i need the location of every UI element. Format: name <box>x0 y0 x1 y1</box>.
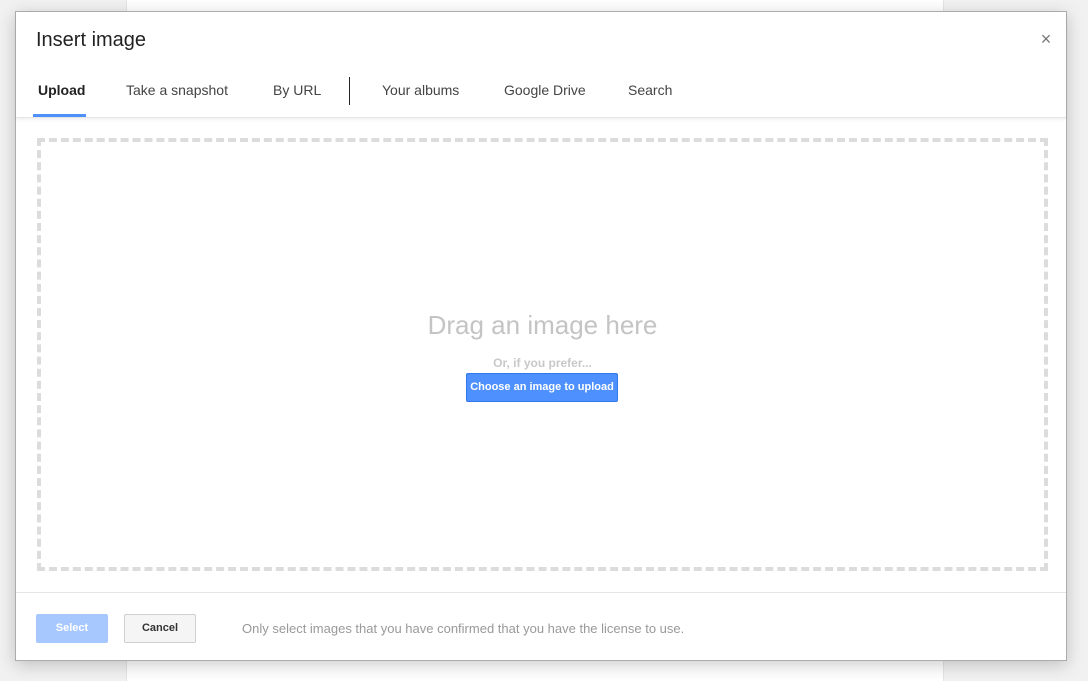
tab-upload[interactable]: Upload <box>38 74 85 117</box>
select-button[interactable]: Select <box>36 614 108 643</box>
dialog-footer: Select Cancel Only select images that yo… <box>16 592 1066 660</box>
close-icon[interactable]: × <box>1038 30 1054 48</box>
tab-your-albums[interactable]: Your albums <box>382 74 459 117</box>
tab-take-a-snapshot[interactable]: Take a snapshot <box>126 74 228 117</box>
drop-zone-subtitle: Or, if you prefer... <box>493 356 592 370</box>
tab-google-drive[interactable]: Google Drive <box>504 74 586 117</box>
tab-bar: Upload Take a snapshot By URL Your album… <box>16 74 1066 117</box>
tab-by-url[interactable]: By URL <box>273 74 321 117</box>
dialog-title: Insert image <box>36 29 147 51</box>
drop-zone-title: Drag an image here <box>427 310 658 340</box>
cancel-button[interactable]: Cancel <box>124 614 196 643</box>
insert-image-dialog: Insert image × Upload Take a snapshot By… <box>15 11 1067 661</box>
choose-image-button[interactable]: Choose an image to upload <box>466 373 618 402</box>
active-tab-indicator <box>33 114 86 117</box>
dialog-header: Insert image × Upload Take a snapshot By… <box>16 12 1066 118</box>
tab-search[interactable]: Search <box>628 74 672 117</box>
image-drop-zone[interactable]: Drag an image here Or, if you prefer... … <box>37 138 1048 571</box>
license-note: Only select images that you have confirm… <box>242 621 685 636</box>
tab-divider <box>349 77 350 105</box>
